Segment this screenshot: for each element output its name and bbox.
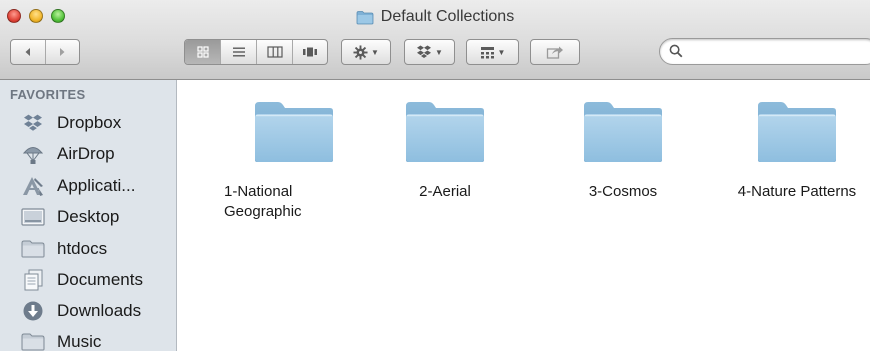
sidebar-item-downloads[interactable]: Downloads (20, 298, 141, 324)
sidebar-item-desktop[interactable]: Desktop (20, 204, 119, 230)
sidebar-item-label: Documents (57, 270, 143, 289)
sidebar-item-applications[interactable]: Applicati... (20, 173, 135, 199)
applications-icon (23, 177, 43, 196)
folder-label: 1-National Geographic (224, 183, 302, 220)
cover-flow-icon (303, 47, 317, 57)
sidebar-item-label: AirDrop (57, 144, 115, 163)
search-field[interactable] (659, 38, 870, 65)
forward-arrow-icon (60, 48, 65, 56)
icon-view-icon (196, 46, 209, 58)
forward-button[interactable] (46, 40, 80, 64)
airdrop-icon (22, 147, 44, 164)
documents-icon (24, 269, 43, 291)
sidebar-item-label: htdocs (57, 239, 108, 258)
share-button[interactable] (530, 39, 580, 65)
folder-label: 3-Cosmos (588, 183, 658, 200)
desktop-icon (21, 208, 45, 226)
share-icon (546, 46, 563, 59)
file-view: 1-National Geographic 2-Aerial 3-Cosmos (177, 80, 870, 351)
dropbox-icon (24, 114, 42, 131)
list-view-button[interactable] (221, 40, 257, 64)
window-title-text: Default Collections (380, 8, 515, 25)
title-toolbar: Default Collections ▼ ▼ ▼ (0, 0, 870, 80)
action-menu-button[interactable]: ▼ (341, 39, 391, 65)
arrange-menu-button[interactable]: ▼ (466, 39, 519, 65)
sidebar-item-music[interactable]: Music (20, 329, 101, 351)
sidebar-item-airdrop[interactable]: AirDrop (20, 141, 115, 167)
sidebar-item-label: Downloads (57, 301, 142, 320)
window-title: Default Collections (0, 8, 870, 26)
sidebar-item-label: Music (57, 332, 102, 351)
search-icon (669, 44, 683, 58)
sidebar-item-documents[interactable]: Documents (20, 267, 143, 293)
list-view-icon (232, 47, 245, 57)
back-button[interactable] (11, 40, 46, 64)
dropbox-icon (417, 45, 432, 58)
folder-icon (758, 102, 836, 162)
search-input[interactable] (688, 42, 862, 63)
view-mode-control (184, 39, 328, 65)
column-view-button[interactable] (257, 40, 293, 64)
folder-icon (584, 102, 662, 162)
arrange-icon (480, 46, 494, 58)
sidebar: FAVORITES Dropbox AirDrop Applicati... D… (0, 80, 177, 351)
folder-icon (356, 10, 374, 24)
chevron-down-icon: ▼ (371, 47, 379, 57)
folder-label: 4-Nature Patterns (737, 183, 857, 200)
sidebar-item-dropbox[interactable]: Dropbox (20, 110, 121, 136)
finder-window: Default Collections ▼ ▼ ▼ FAVORITES Drop… (0, 0, 870, 351)
cover-flow-button[interactable] (293, 40, 327, 64)
folder-icon (255, 102, 333, 162)
sidebar-item-htdocs[interactable]: htdocs (20, 236, 107, 262)
folder-icon (21, 333, 45, 351)
gear-icon (353, 44, 368, 60)
sidebar-item-label: Dropbox (57, 113, 122, 132)
favorites-header: FAVORITES (10, 87, 86, 102)
chevron-down-icon: ▼ (497, 47, 506, 57)
sidebar-item-label: Desktop (57, 207, 120, 226)
back-forward-buttons (10, 39, 80, 65)
downloads-icon (23, 301, 43, 321)
folder-icon (21, 240, 45, 258)
dropbox-menu-button[interactable]: ▼ (404, 39, 455, 65)
column-view-icon (266, 46, 283, 58)
folder-label: 2-Aerial (419, 183, 471, 200)
sidebar-item-label: Applicati... (57, 176, 136, 195)
folder-icon (406, 102, 484, 162)
icon-view-button[interactable] (185, 40, 221, 64)
chevron-down-icon: ▼ (435, 47, 443, 57)
back-arrow-icon (25, 48, 30, 56)
